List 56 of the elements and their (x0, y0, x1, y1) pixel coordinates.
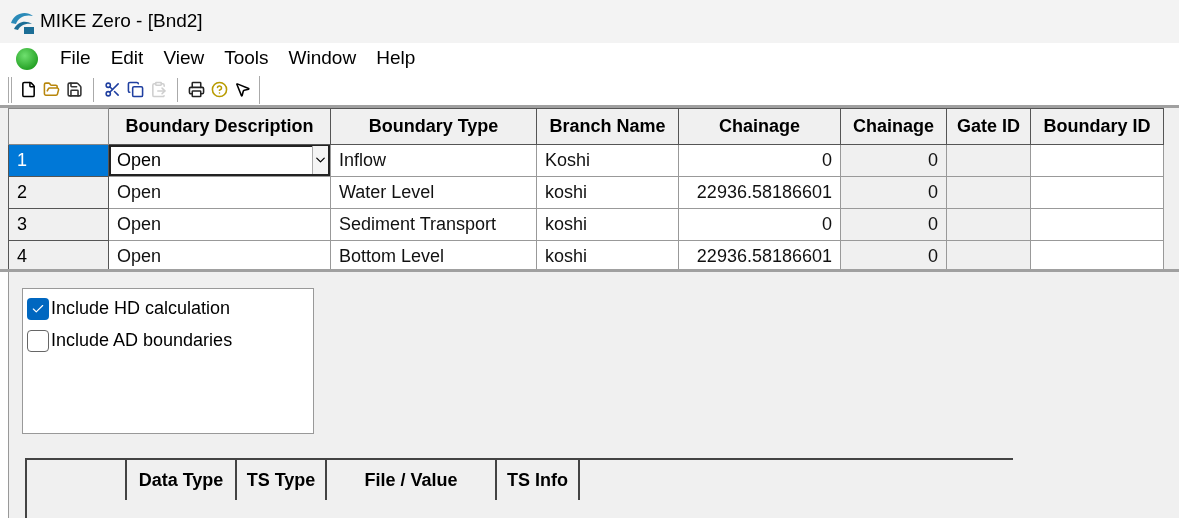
table-cell: Open (108, 176, 331, 209)
dropdown-caret-icon (312, 146, 328, 175)
row-header[interactable]: 1 (8, 144, 109, 177)
menu-item[interactable]: Tools (214, 44, 279, 73)
table-cell: koshi (536, 208, 679, 241)
row-header[interactable]: 2 (8, 176, 109, 209)
column-header[interactable]: Boundary ID (1030, 108, 1164, 145)
column-header[interactable]: Data Type (127, 460, 237, 500)
table-cell: Water Level (330, 176, 537, 209)
printer-icon[interactable] (188, 81, 205, 99)
table-cell: 22936.58186601 (678, 240, 841, 269)
copy-icon[interactable] (127, 81, 144, 99)
menu-item[interactable]: Edit (100, 44, 154, 73)
checkbox[interactable] (27, 329, 49, 352)
menu-item[interactable]: File (50, 44, 101, 73)
row-header[interactable]: 4 (8, 240, 109, 269)
help-icon[interactable] (211, 81, 228, 99)
table-cell: Open (108, 240, 331, 269)
table-cell: 0 (840, 144, 947, 177)
table-cell: koshi (536, 176, 679, 209)
table-cell: 22936.58186601 (678, 176, 841, 209)
new-file-icon[interactable] (20, 81, 37, 99)
column-header[interactable]: Gate ID (946, 108, 1031, 145)
folder-icon[interactable] (43, 81, 60, 99)
save-icon[interactable] (66, 81, 83, 99)
table-cell: 0 (840, 208, 947, 241)
column-header[interactable]: Branch Name (536, 108, 679, 145)
scissors-icon[interactable] (104, 81, 121, 99)
column-header[interactable]: Chainage (678, 108, 841, 145)
checkbox-label: Include AD boundaries (51, 329, 233, 352)
table-cell: Inflow (330, 144, 537, 177)
column-header[interactable]: Chainage (840, 108, 947, 145)
row-header[interactable]: 3 (8, 208, 109, 241)
table-cell: Koshi (536, 144, 679, 177)
app-menu-icon[interactable] (16, 47, 38, 70)
table-cell: 0 (678, 208, 841, 241)
table-cell: 0 (678, 144, 841, 177)
dropdown-field[interactable]: Open (109, 144, 330, 176)
table-cell: koshi (536, 240, 679, 269)
checkbox-label: Include HD calculation (51, 297, 231, 320)
table-cell: 0 (840, 176, 947, 209)
table-cell: 0 (840, 240, 947, 269)
table-cell: Sediment Transport (330, 208, 537, 241)
column-header[interactable]: Boundary Description (108, 108, 331, 145)
menu-item[interactable]: View (153, 44, 215, 73)
menu-item[interactable]: Help (366, 44, 426, 73)
table-cell: Open (108, 208, 331, 241)
window-title: MIKE Zero - [Bnd2] (40, 9, 203, 34)
menu-item[interactable]: Window (278, 44, 367, 73)
table-cell: Bottom Level (330, 240, 537, 269)
pointer-icon[interactable] (234, 81, 251, 99)
column-header[interactable]: TS Info (497, 460, 580, 500)
checkbox[interactable] (27, 297, 49, 320)
column-header[interactable]: TS Type (237, 460, 327, 500)
column-header[interactable]: File / Value (327, 460, 497, 500)
column-header[interactable]: Boundary Type (330, 108, 537, 145)
